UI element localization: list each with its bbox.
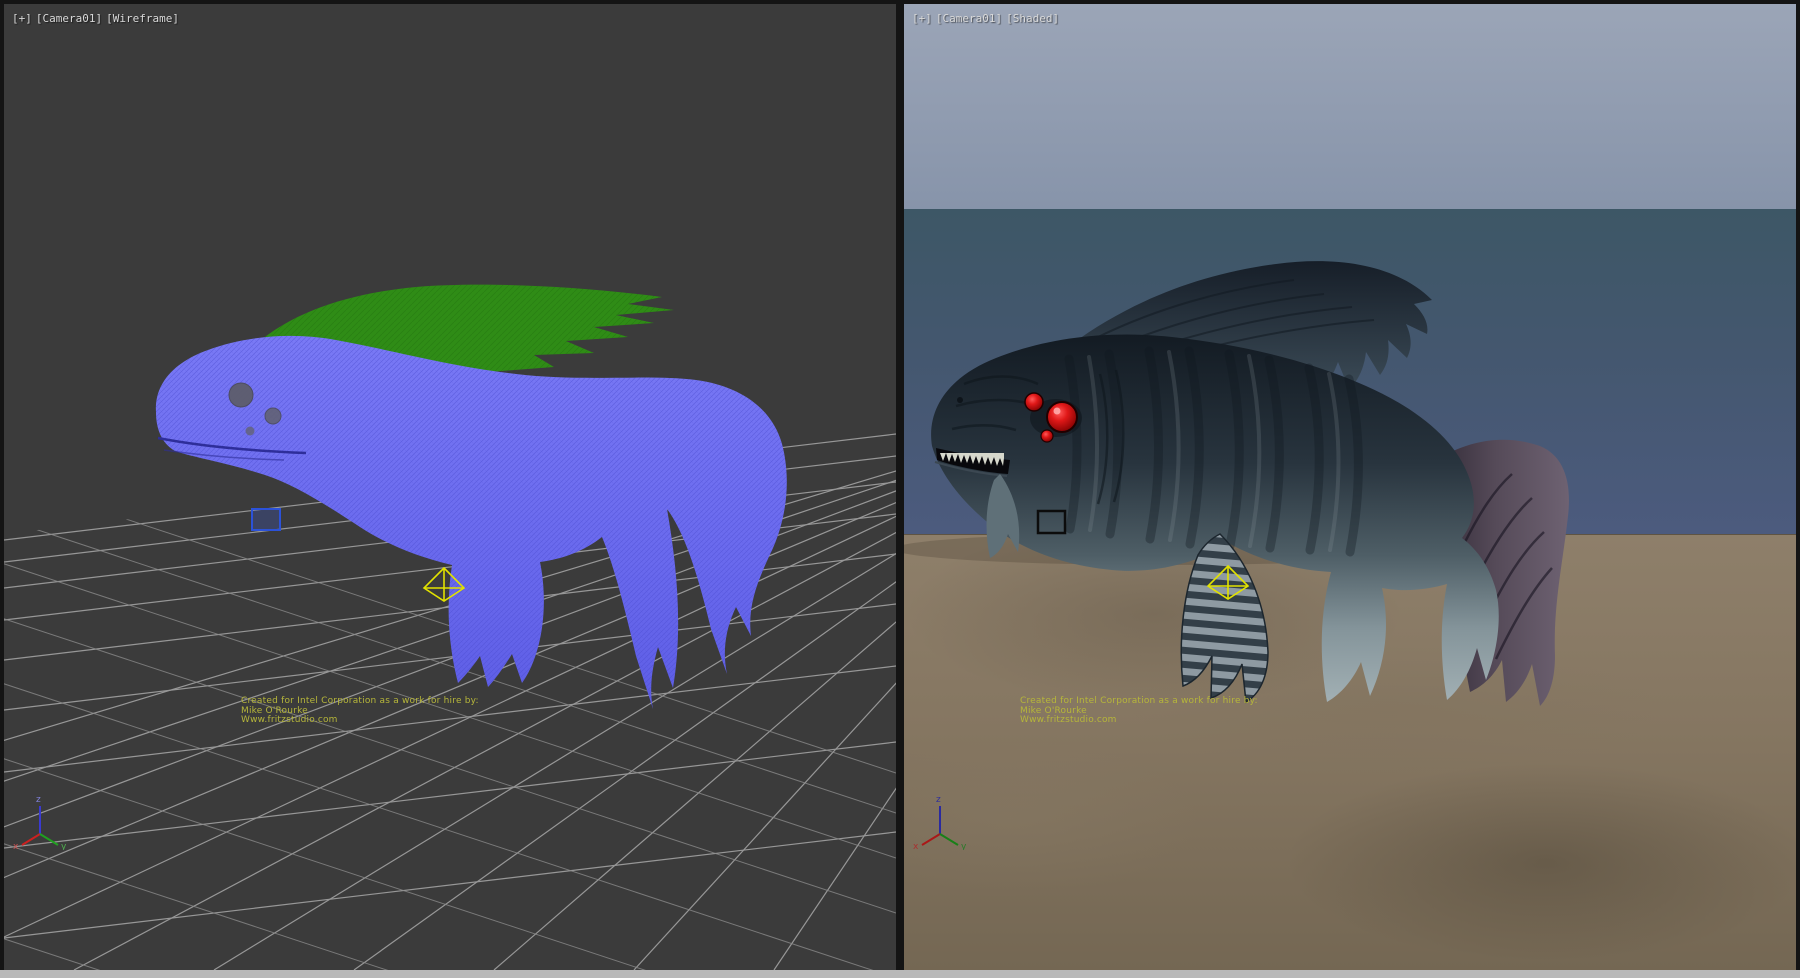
- axis-y-line: [40, 834, 58, 845]
- fish-eye-small: [1025, 393, 1043, 411]
- axis-label-y: y: [961, 842, 967, 850]
- scene-wireframe: [4, 4, 896, 970]
- viewport-menu-general[interactable]: [+]: [12, 12, 32, 25]
- viewport-menu-shading[interactable]: [Wireframe]: [106, 12, 179, 25]
- fish-eye-spot: [246, 427, 255, 436]
- eye-highlight: [1054, 408, 1061, 415]
- viewport-menu-shading[interactable]: [Shaded]: [1006, 12, 1059, 25]
- viewport-label-shaded: [+] [Camera01] [Shaded]: [912, 12, 1063, 25]
- viewport-label-wireframe: [+] [Camera01] [Wireframe]: [12, 12, 183, 25]
- annotation-line: Www.fritzstudio.com: [1020, 716, 1258, 726]
- fish-eye-spot: [229, 383, 253, 407]
- axis-tripod: z x y: [10, 790, 70, 850]
- axis-label-z: z: [36, 795, 41, 805]
- viewport-wireframe[interactable]: [+] [Camera01] [Wireframe]: [4, 4, 896, 970]
- nostril: [957, 397, 963, 403]
- fish-eye-main: [1047, 402, 1077, 432]
- axis-y-line: [940, 834, 958, 845]
- axis-label-z: z: [936, 795, 941, 805]
- axis-label-x: x: [13, 842, 19, 850]
- annotation-line: Www.fritzstudio.com: [241, 716, 479, 726]
- application-window: [+] [Camera01] [Wireframe]: [0, 0, 1800, 978]
- window-bottom-edge: [0, 970, 1800, 978]
- selection-box-gizmo[interactable]: [252, 509, 280, 530]
- axis-x-line: [22, 834, 40, 845]
- axis-tripod: z x y: [910, 790, 970, 850]
- scene-annotation: Created for Intel Corporation as a work …: [241, 697, 479, 726]
- scene-shaded: [904, 4, 1796, 970]
- axis-x-line: [922, 834, 940, 845]
- viewport-menu-pov[interactable]: [Camera01]: [936, 12, 1002, 25]
- fish-eye-spot: [265, 408, 281, 424]
- viewport-shaded[interactable]: [+] [Camera01] [Shaded]: [904, 4, 1796, 970]
- axis-label-y: y: [61, 842, 67, 850]
- viewport-menu-pov[interactable]: [Camera01]: [36, 12, 102, 25]
- fish-eye-small: [1041, 430, 1053, 442]
- scene-annotation: Created for Intel Corporation as a work …: [1020, 697, 1258, 726]
- axis-label-x: x: [913, 842, 919, 850]
- viewport-menu-general[interactable]: [+]: [912, 12, 932, 25]
